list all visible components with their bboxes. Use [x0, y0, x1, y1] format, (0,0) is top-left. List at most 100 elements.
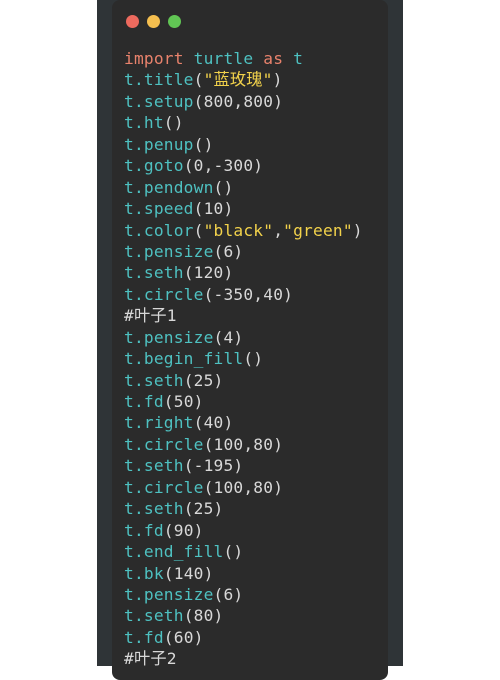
code-token: "蓝玫瑰"	[203, 70, 273, 90]
code-token: t.fd	[124, 392, 164, 411]
code-token: t	[293, 49, 304, 68]
code-line: t.fd(60)	[124, 627, 363, 648]
code-token: (80)	[183, 606, 224, 626]
code-line: t.pendown()	[124, 177, 363, 198]
code-token: t.pensize	[124, 584, 214, 604]
code-line: t.pensize(6)	[124, 584, 363, 605]
code-token: (40)	[193, 413, 234, 433]
code-token: (10)	[193, 199, 234, 219]
code-token: #叶子2	[124, 649, 177, 669]
code-token: (50)	[163, 392, 204, 411]
minimize-window-button[interactable]	[147, 15, 160, 28]
code-token: t.right	[124, 413, 194, 433]
code-token: t.seth	[124, 456, 184, 476]
code-line: t.goto(0,-300)	[124, 155, 363, 176]
code-token: ()	[243, 349, 264, 369]
code-token: (25)	[183, 370, 224, 390]
code-token: ()	[213, 177, 234, 197]
code-token: t.speed	[124, 199, 194, 219]
code-token: (6)	[213, 584, 244, 604]
code-line: t.bk(140)	[124, 563, 363, 584]
code-token: t.seth	[124, 606, 184, 626]
code-line: t.circle(100,80)	[124, 434, 363, 455]
code-line: t.right(40)	[124, 412, 363, 433]
code-line: #叶子2	[124, 648, 363, 669]
code-token: t.fd	[124, 627, 164, 647]
code-token: t.circle	[124, 284, 204, 304]
code-token: as	[263, 49, 284, 68]
code-token: t.seth	[124, 370, 184, 390]
code-line: t.pensize(6)	[124, 241, 363, 262]
code-token: ()	[223, 542, 244, 562]
code-token: )	[352, 220, 363, 240]
code-line: t.ht()	[124, 112, 363, 133]
code-token: (	[193, 70, 204, 90]
code-token: ()	[163, 113, 184, 133]
code-line: t.circle(-350,40)	[124, 284, 363, 305]
window-titlebar	[112, 12, 388, 32]
code-line: t.fd(90)	[124, 520, 363, 541]
code-token: t.end_fill	[124, 542, 224, 562]
code-line: t.seth(25)	[124, 370, 363, 391]
code-line: t.fd(50)	[124, 391, 363, 412]
code-line: t.setup(800,800)	[124, 91, 363, 112]
code-token: (100,80)	[203, 434, 284, 454]
code-token: ,	[273, 220, 284, 240]
code-line: t.title("蓝玫瑰")	[124, 69, 363, 90]
code-token: (0,-300)	[183, 156, 264, 176]
code-token: t.fd	[124, 520, 164, 540]
code-token: t.bk	[124, 563, 164, 583]
code-line: t.end_fill()	[124, 541, 363, 562]
code-token: t.seth	[124, 263, 184, 283]
code-token: (4)	[213, 327, 244, 347]
code-token: t.begin_fill	[124, 349, 244, 369]
code-token: (60)	[163, 627, 204, 647]
code-token: (-195)	[183, 456, 244, 476]
code-token: turtle	[193, 49, 254, 68]
code-token: t.pensize	[124, 241, 214, 261]
code-token: (120)	[183, 263, 234, 283]
code-token: (	[193, 220, 204, 240]
code-token: t.circle	[124, 434, 204, 454]
code-token: t.goto	[124, 156, 184, 176]
code-token: t.circle	[124, 477, 204, 497]
code-window: import turtle as t t.title("蓝玫瑰") t.setup(…	[112, 0, 388, 680]
code-token: t.title	[124, 70, 194, 90]
code-token: (6)	[213, 241, 244, 261]
code-token: (100,80)	[203, 477, 284, 497]
code-token: t.ht	[124, 113, 164, 133]
code-token: t.color	[124, 220, 194, 240]
code-token: (-350,40)	[203, 284, 294, 304]
code-line: t.seth(80)	[124, 605, 363, 626]
close-window-button[interactable]	[126, 15, 139, 28]
code-token: #叶子1	[124, 306, 177, 326]
code-token: import	[124, 49, 184, 68]
code-line: t.seth(25)	[124, 498, 363, 519]
code-token: t.setup	[124, 91, 194, 111]
code-token: (90)	[163, 520, 204, 540]
code-line: t.begin_fill()	[124, 348, 363, 369]
maximize-window-button[interactable]	[168, 15, 181, 28]
code-line: t.speed(10)	[124, 198, 363, 219]
code-line: t.penup()	[124, 134, 363, 155]
code-line: import turtle as t	[124, 48, 363, 69]
code-token: (25)	[183, 499, 224, 519]
code-token: (140)	[163, 563, 214, 583]
code-line: #叶子1	[124, 305, 363, 326]
code-token: ()	[193, 134, 214, 154]
code-line: t.circle(100,80)	[124, 477, 363, 498]
code-line: t.seth(120)	[124, 262, 363, 283]
code-line: t.color("black","green")	[124, 220, 363, 241]
code-editor[interactable]: import turtle as t t.title("蓝玫瑰") t.setup(…	[124, 48, 363, 670]
code-token: t.penup	[124, 134, 194, 154]
code-token: (800,800)	[193, 91, 284, 111]
code-token: t.seth	[124, 499, 184, 519]
code-token: t.pensize	[124, 327, 214, 347]
code-line: t.pensize(4)	[124, 327, 363, 348]
code-line: t.seth(-195)	[124, 455, 363, 476]
code-token: t.pendown	[124, 177, 214, 197]
code-token: "green"	[283, 220, 353, 240]
